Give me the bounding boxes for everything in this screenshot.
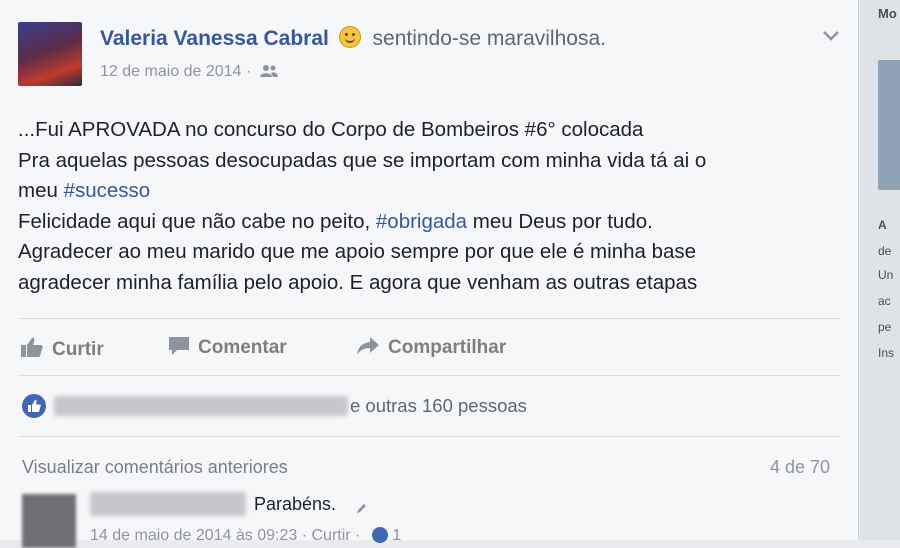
- share-icon: [357, 337, 379, 355]
- post-text-line: agradecer minha família pelo apoio. E ag…: [18, 268, 838, 299]
- author-name[interactable]: Valeria Vanessa Cabral: [100, 27, 329, 50]
- like-badge-icon: [22, 394, 46, 418]
- post-text-segment: agradecer minha família pelo apoio. E ag…: [18, 270, 698, 294]
- hashtag-link[interactable]: #sucesso: [64, 179, 151, 202]
- comments-count: 4 de 70: [770, 457, 831, 477]
- meta-separator: ·: [245, 63, 252, 80]
- comment-button[interactable]: Comentar: [168, 336, 287, 359]
- like-badge-icon: [372, 527, 389, 543]
- likes-text[interactable]: e outras 160 pessoas: [350, 395, 527, 417]
- comment-label: Comentar: [198, 337, 287, 358]
- post-text-line: ...Fui APROVADA no concurso do Corpo de …: [18, 115, 838, 146]
- hashtag-link[interactable]: #obrigada: [376, 210, 467, 233]
- post-card: Valeria Vanessa Cabral sentindo-se marav…: [0, 0, 859, 548]
- post-text-segment: meu: [18, 179, 64, 202]
- post-text-segment: Agradecer ao meu marido que me apoio sem…: [18, 240, 697, 263]
- chevron-down-icon[interactable]: [822, 30, 840, 42]
- divider: [18, 375, 840, 376]
- sidebar-heading: Mo: [878, 6, 897, 21]
- like-button[interactable]: Curtir: [20, 336, 104, 361]
- comment-meta-text: 14 de maio de 2014 às 09:23 · Curtir ·: [90, 527, 361, 544]
- comment-meta: 14 de maio de 2014 às 09:23 · Curtir · 1: [90, 527, 401, 545]
- redacted-names: [54, 396, 348, 416]
- like-label: Curtir: [52, 339, 104, 360]
- sidebar-text: de: [878, 244, 892, 258]
- friends-icon: [259, 65, 278, 77]
- right-sidebar: Mo A de Un ac pe Ins: [860, 0, 900, 540]
- post-header: Valeria Vanessa Cabral sentindo-se marav…: [100, 26, 606, 51]
- author-avatar[interactable]: [18, 22, 82, 86]
- divider: [18, 318, 840, 319]
- post-date[interactable]: 12 de maio de 2014: [100, 63, 241, 80]
- feeling-text: sentindo-se maravilhosa.: [372, 27, 606, 50]
- comment-text: Parabéns.: [254, 494, 337, 514]
- post-text-segment: ...Fui APROVADA no concurso do Corpo de …: [18, 118, 644, 141]
- post-text-line: Felicidade aqui que não cabe no peito, #…: [18, 207, 838, 238]
- post-body: ...Fui APROVADA no concurso do Corpo de …: [18, 115, 838, 298]
- view-previous-comments-link[interactable]: Visualizar comentários anteriores: [22, 457, 288, 478]
- sidebar-text: ac: [878, 294, 891, 308]
- sidebar-text: pe: [878, 320, 892, 334]
- sidebar-image[interactable]: [878, 60, 900, 190]
- post-text-line: Agradecer ao meu marido que me apoio sem…: [18, 237, 838, 268]
- divider: [18, 436, 840, 437]
- smiley-icon: [338, 26, 361, 48]
- post-text-line: meu #sucesso: [18, 176, 838, 207]
- post-text-segment: Pra aquelas pessoas desocupadas que se i…: [18, 148, 707, 172]
- sidebar-text: Un: [878, 268, 894, 282]
- sidebar-text: A: [878, 218, 887, 232]
- post-text-segment: meu Deus por tudo.: [467, 209, 653, 233]
- post-text-line: Pra aquelas pessoas desocupadas que se i…: [18, 146, 838, 177]
- sidebar-text: Ins: [878, 346, 895, 360]
- post-meta: 12 de maio de 2014 ·: [100, 63, 278, 81]
- post-text-segment: Felicidade aqui que não cabe no peito,: [18, 209, 376, 233]
- share-button[interactable]: Compartilhar: [356, 336, 506, 359]
- thumbs-up-icon: [21, 337, 43, 357]
- redacted-commenter-name: [90, 492, 246, 516]
- comment-icon: [169, 337, 189, 355]
- comment-like-count[interactable]: 1: [392, 527, 401, 544]
- share-label: Compartilhar: [388, 337, 507, 358]
- pencil-icon[interactable]: [356, 502, 368, 514]
